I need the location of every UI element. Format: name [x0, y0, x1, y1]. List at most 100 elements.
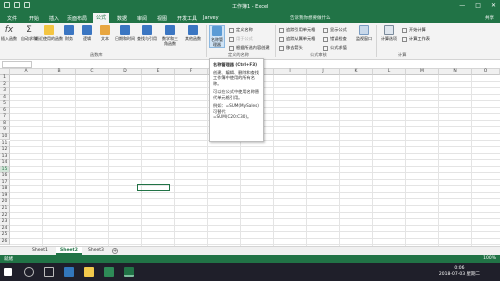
column-header-f[interactable]: F — [175, 69, 208, 75]
calculate-sheet-button[interactable]: 计算工作表 — [402, 36, 430, 42]
math-trig-button[interactable]: 数学和三角函数 — [162, 25, 178, 46]
sheet-tab-sheet1[interactable]: Sheet1 — [28, 247, 52, 255]
column-header-l[interactable]: L — [373, 69, 406, 75]
name-box[interactable] — [2, 61, 32, 68]
window-controls: — □ ✕ — [459, 2, 496, 9]
formula-icon — [229, 36, 234, 42]
use-in-formula-button[interactable]: 用于公式 — [229, 36, 253, 42]
row-header-26[interactable]: 26 — [0, 238, 10, 246]
excel-icon[interactable] — [124, 267, 134, 277]
book-icon — [64, 25, 74, 35]
tab-developer[interactable]: 开发工具 — [174, 14, 200, 23]
lookup-reference-button[interactable]: 查找与引用 — [137, 25, 157, 41]
column-header-c[interactable]: C — [76, 69, 109, 75]
gridline-horizontal — [10, 172, 500, 174]
financial-button[interactable]: 财务 — [62, 25, 76, 41]
status-bar: 就绪 100% — [0, 255, 500, 263]
column-header-d[interactable]: D — [109, 69, 142, 75]
minimize-button[interactable]: — — [459, 2, 465, 9]
column-header-n[interactable]: N — [439, 69, 472, 75]
tab-home[interactable]: 开始 — [26, 14, 42, 23]
gridline-horizontal — [10, 237, 500, 239]
tab-view[interactable]: 视图 — [154, 14, 170, 23]
define-name-button[interactable]: 定义名称 — [229, 27, 253, 33]
add-sheet-button[interactable]: + — [112, 248, 118, 254]
group-label-calculation: 计算 — [398, 52, 407, 57]
date-time-button[interactable]: 日期和时间 — [115, 25, 135, 41]
clock-date: 2018-07-03 星期二 — [438, 272, 480, 277]
row-header-5[interactable]: 5 — [0, 101, 10, 108]
error-checking-button[interactable]: 错误检查 — [323, 36, 347, 42]
gridline-horizontal — [10, 185, 500, 187]
calculator-icon — [384, 25, 394, 35]
zoom-level[interactable]: 100% — [483, 256, 496, 261]
tab-jarvey[interactable]: Jarvey — [200, 14, 222, 22]
row-header-20[interactable]: 20 — [0, 199, 10, 206]
show-formulas-button[interactable]: 显示公式 — [323, 27, 347, 33]
evaluate-formula-button[interactable]: 公式求值 — [323, 45, 347, 51]
windows-start-icon[interactable] — [4, 268, 12, 276]
book-icon — [142, 25, 152, 35]
active-cell[interactable] — [137, 184, 170, 191]
formula-icon — [323, 27, 328, 33]
create-from-selection-button[interactable]: 根据所选内容创建 — [229, 45, 270, 51]
file-explorer-icon[interactable] — [84, 267, 94, 277]
clock[interactable]: 0:06 2018-07-03 星期二 — [439, 266, 480, 278]
row-header-10[interactable]: 10 — [0, 133, 10, 141]
column-header-e[interactable]: E — [142, 69, 175, 75]
recent-functions-button[interactable]: 最近使用的函数 — [35, 25, 63, 41]
row-header-25[interactable]: 25 — [0, 232, 10, 239]
column-header-o[interactable]: O — [472, 69, 500, 75]
trace-precedents-button[interactable]: 追踪引用单元格 — [279, 27, 315, 33]
search-icon[interactable] — [24, 267, 34, 277]
tooltip-paragraph: 可以在公式中使用名称替代单元格引用。 — [213, 89, 260, 100]
sheet-tab-sheet2[interactable]: Sheet2 — [56, 247, 82, 255]
trace-dependents-button[interactable]: 追踪从属单元格 — [279, 36, 315, 42]
insert-function-button[interactable]: fx 插入函数 — [1, 25, 17, 41]
tooltip-paragraph: 例如：=SUM(MySales) 可替代 =SUM(C20:C30)。 — [213, 103, 259, 119]
maximize-button[interactable]: □ — [475, 2, 481, 9]
column-header-j[interactable]: J — [307, 69, 340, 75]
name-manager-button[interactable]: 名称管理器 — [209, 25, 225, 48]
windows-taskbar: 0:06 2018-07-03 星期二 — [0, 263, 500, 281]
column-header-i[interactable]: I — [274, 69, 307, 75]
column-header-a[interactable]: A — [10, 69, 43, 75]
gridline-horizontal — [10, 165, 500, 167]
tab-file[interactable]: 文件 — [4, 14, 20, 23]
task-view-icon[interactable] — [44, 267, 54, 277]
sheet-tab-sheet3[interactable]: Sheet3 — [84, 247, 108, 255]
save-icon[interactable] — [4, 2, 10, 8]
redo-icon[interactable] — [24, 2, 30, 8]
fx-icon — [323, 45, 328, 51]
logical-button[interactable]: 逻辑 — [80, 25, 94, 41]
tab-review[interactable]: 审阅 — [134, 14, 150, 23]
undo-icon[interactable] — [14, 2, 20, 8]
star-icon — [44, 25, 54, 35]
tab-page-layout[interactable]: 页面布局 — [64, 14, 90, 23]
remove-arrows-button[interactable]: 移去箭头 — [279, 45, 303, 51]
text-button[interactable]: 文本 — [98, 25, 112, 41]
share-button[interactable]: 共享 — [485, 15, 494, 21]
tooltip-paragraph: 创建、编辑、删除和查找工作簿中使用的所有名称。 — [213, 69, 260, 86]
column-header-m[interactable]: M — [406, 69, 439, 75]
xbox-icon[interactable] — [104, 267, 114, 277]
calculation-options-button[interactable]: 计算选项 — [380, 25, 398, 41]
autosum-button[interactable]: Σ 自动求和 — [21, 25, 37, 41]
calculate-now-button[interactable]: 开始计算 — [402, 27, 426, 33]
edge-icon[interactable] — [64, 267, 74, 277]
tab-data[interactable]: 数据 — [114, 14, 130, 23]
column-header-k[interactable]: K — [340, 69, 373, 75]
gridline-horizontal — [10, 178, 500, 180]
ribbon-separator — [206, 25, 207, 57]
watch-window-button[interactable]: 监视窗口 — [355, 25, 373, 41]
more-functions-button[interactable]: 其他函数 — [184, 25, 202, 41]
arrow-icon — [279, 27, 284, 33]
tab-formulas[interactable]: 公式 — [93, 13, 110, 23]
tab-insert[interactable]: 插入 — [46, 14, 62, 23]
book-icon — [188, 25, 198, 35]
close-button[interactable]: ✕ — [491, 2, 496, 9]
column-header-b[interactable]: B — [43, 69, 76, 75]
tell-me-search[interactable]: 告诉我你想要做什么 — [290, 15, 331, 21]
gridline-horizontal — [10, 198, 500, 200]
gridline-horizontal — [10, 205, 500, 206]
